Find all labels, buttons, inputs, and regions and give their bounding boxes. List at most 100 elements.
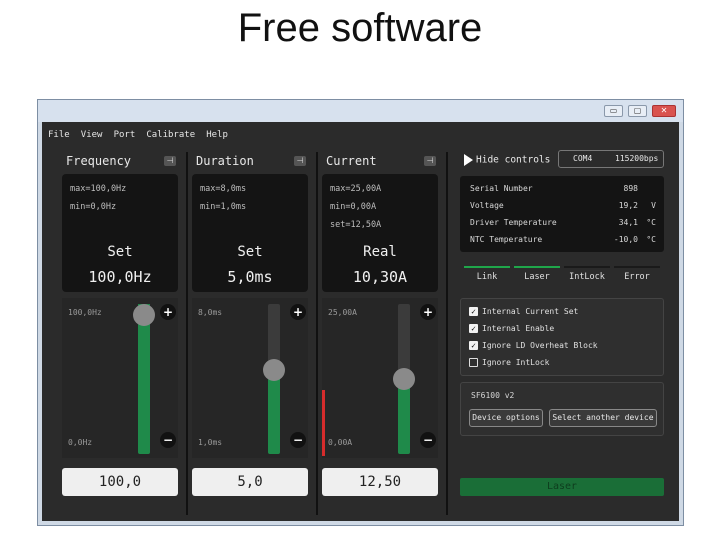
- status-value: 898: [623, 184, 638, 193]
- checkbox[interactable]: ✓: [469, 341, 478, 350]
- slider-knob[interactable]: [263, 359, 285, 381]
- status-unit: °C: [646, 218, 656, 227]
- frequency-info-box: max=100,0Hz min=0,0Hz Set 100,0Hz: [62, 174, 178, 292]
- frequency-input[interactable]: 100,0: [62, 468, 178, 496]
- option-label: Internal Enable: [482, 324, 555, 333]
- minimize-button[interactable]: ▭: [604, 105, 623, 117]
- menu-calibrate[interactable]: Calibrate: [146, 128, 195, 142]
- status-label: Voltage: [470, 201, 504, 210]
- duration-slider-area: 8,0ms 1,0ms + −: [192, 298, 308, 458]
- indicator-error: Error: [614, 266, 660, 284]
- current-info-box: max=25,00A min=0,00A set=12,50A Real 10,…: [322, 174, 438, 292]
- display-value: 10,30A: [352, 268, 408, 286]
- checkbox[interactable]: [469, 358, 478, 367]
- close-button[interactable]: ✕: [652, 105, 676, 117]
- checkbox[interactable]: ✓: [469, 324, 478, 333]
- indicator-bar: [614, 266, 660, 268]
- menu-view[interactable]: View: [81, 128, 103, 142]
- indicator-bar: [464, 266, 510, 268]
- duration-panel: Duration ⊣ max=8,0ms min=1,0ms Set 5,0ms…: [188, 150, 312, 515]
- device-name: SF6100 v2: [471, 391, 515, 400]
- scale-min-label: 1,0ms: [198, 438, 223, 447]
- display-value: 100,0Hz: [88, 268, 152, 286]
- maximize-button[interactable]: ▢: [628, 105, 647, 117]
- frequency-slider-area: 100,0Hz 0,0Hz + −: [62, 298, 178, 458]
- select-device-button[interactable]: Select another device: [549, 409, 657, 427]
- baud-rate: 115200bps: [615, 154, 659, 163]
- slider-fill: [398, 379, 410, 454]
- indicator-bar: [514, 266, 560, 268]
- info-line: max=25,00A: [330, 184, 382, 194]
- hide-controls-button[interactable]: Hide controls: [464, 154, 550, 166]
- option-label: Ignore IntLock: [482, 358, 550, 367]
- pin-icon[interactable]: ⊣: [294, 156, 306, 166]
- status-row: Voltage 19,2 V: [470, 201, 660, 210]
- frequency-slider-track[interactable]: [133, 304, 155, 454]
- status-value: 34,1: [618, 218, 638, 227]
- info-line: set=12,50A: [330, 220, 382, 230]
- slider-knob[interactable]: [133, 304, 155, 326]
- info-line: max=8,0ms: [200, 184, 247, 194]
- title-bar: ▭ ▢ ✕: [38, 100, 683, 122]
- slider-fill: [138, 304, 150, 454]
- scale-min-label: 0,0Hz: [68, 438, 93, 447]
- scale-max-label: 100,0Hz: [68, 308, 102, 317]
- menu-help[interactable]: Help: [206, 128, 228, 142]
- status-row: NTC Temperature -10,0 °C: [470, 235, 660, 244]
- scale-max-label: 25,00A: [328, 308, 357, 317]
- mode-label: Set: [237, 244, 263, 260]
- hide-controls-label: Hide controls: [476, 154, 551, 166]
- indicator-label: IntLock: [569, 272, 605, 282]
- option-ignore-intlock[interactable]: Ignore IntLock: [469, 358, 549, 367]
- scale-max-label: 8,0ms: [198, 308, 223, 317]
- indicator-laser: Laser: [514, 266, 560, 284]
- device-box: SF6100 v2 Device options Select another …: [460, 382, 664, 436]
- indicator-label: Error: [624, 272, 650, 282]
- status-label: NTC Temperature: [470, 235, 543, 244]
- status-label: Serial Number: [470, 184, 533, 193]
- status-row: Serial Number 898: [470, 184, 660, 193]
- increment-button[interactable]: +: [420, 304, 436, 320]
- status-value: 19,2: [618, 201, 638, 210]
- slider-knob[interactable]: [393, 368, 415, 390]
- current-panel: Current ⊣ max=25,00A min=0,00A set=12,50…: [318, 150, 442, 515]
- indicator-label: Laser: [524, 272, 550, 282]
- decrement-button[interactable]: −: [290, 432, 306, 448]
- menu-file[interactable]: File: [48, 128, 70, 142]
- duration-input[interactable]: 5,0: [192, 468, 308, 496]
- indicator-link: Link: [464, 266, 510, 284]
- app-window: ▭ ▢ ✕ File View Port Calibrate Help Freq…: [37, 99, 684, 526]
- status-row: Driver Temperature 34,1 °C: [470, 218, 660, 227]
- menu-port[interactable]: Port: [114, 128, 136, 142]
- decrement-button[interactable]: −: [420, 432, 436, 448]
- info-line: max=100,0Hz: [70, 184, 127, 194]
- decrement-button[interactable]: −: [160, 432, 176, 448]
- real-current-bar: [322, 390, 325, 456]
- device-options-button[interactable]: Device options: [469, 409, 543, 427]
- pin-icon[interactable]: ⊣: [424, 156, 436, 166]
- status-unit: °C: [646, 235, 656, 244]
- port-selector[interactable]: COM4 115200bps: [558, 150, 664, 168]
- status-value: -10,0: [613, 235, 638, 244]
- increment-button[interactable]: +: [290, 304, 306, 320]
- duration-slider-track[interactable]: [263, 304, 285, 454]
- slider-fill: [268, 369, 280, 454]
- option-internal-current-set[interactable]: ✓ Internal Current Set: [469, 307, 578, 316]
- frequency-panel: Frequency ⊣ max=100,0Hz min=0,0Hz Set 10…: [58, 150, 182, 515]
- indicator-label: Link: [476, 272, 498, 282]
- option-ignore-ld-overheat[interactable]: ✓ Ignore LD Overheat Block: [469, 341, 598, 350]
- status-unit: V: [651, 201, 656, 210]
- current-input[interactable]: 12,50: [322, 468, 438, 496]
- increment-button[interactable]: +: [160, 304, 176, 320]
- current-slider-track[interactable]: [393, 304, 415, 454]
- checkbox[interactable]: ✓: [469, 307, 478, 316]
- info-line: min=0,00A: [330, 202, 377, 212]
- options-box: ✓ Internal Current Set ✓ Internal Enable ✓…: [460, 298, 664, 376]
- option-label: Ignore LD Overheat Block: [482, 341, 598, 350]
- duration-info-box: max=8,0ms min=1,0ms Set 5,0ms: [192, 174, 308, 292]
- option-internal-enable[interactable]: ✓ Internal Enable: [469, 324, 554, 333]
- indicator-intlock: IntLock: [564, 266, 610, 284]
- laser-button[interactable]: Laser: [460, 478, 664, 496]
- pin-icon[interactable]: ⊣: [164, 156, 176, 166]
- info-line: min=1,0ms: [200, 202, 247, 212]
